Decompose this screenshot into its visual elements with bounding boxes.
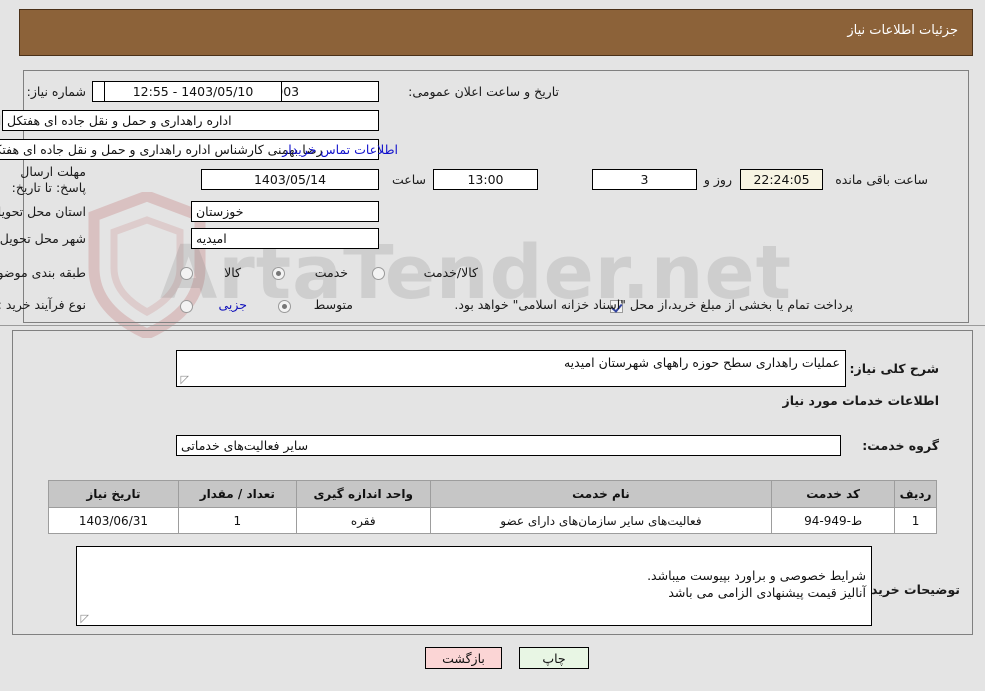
radio-purchase-jozee[interactable] [180,300,193,313]
th-need-date: تاریخ نیاز [48,480,179,508]
deadline-time: 13:00 [433,169,538,190]
page-root: ArtaTender.net جزئیات اطلاعات نیاز شماره… [0,0,985,691]
td-need-date: 1403/06/31 [48,507,179,534]
category-label: طبقه بندی موضوعی: [0,265,86,280]
city-label: شهر محل تحویل: [0,231,86,246]
radio-category-kala-khedmat-label: کالا/خدمت [423,265,478,280]
radio-category-khedmat[interactable] [272,267,285,280]
services-table: ردیف کد خدمت نام خدمت واحد اندازه گیری ت… [48,480,937,534]
page-title: جزئیات اطلاعات نیاز [847,23,958,38]
buyer-org-value: اداره راهداری و حمل و نقل جاده ای هفتکل [2,110,379,131]
table-header-row: ردیف کد خدمت نام خدمت واحد اندازه گیری ت… [48,480,937,508]
th-service-code: کد خدمت [771,480,896,508]
table-row: 1 ط-949-94 فعالیت‌های سایر سازمان‌های دا… [48,507,937,534]
service-group-label: گروه خدمت: [862,438,939,453]
td-radif: 1 [894,507,937,534]
general-desc-value: عملیات راهداری سطح حوزه راههای شهرستان ا… [563,355,840,370]
deadline-days: 3 [592,169,697,190]
page-header: جزئیات اطلاعات نیاز [19,9,973,56]
th-radif: ردیف [894,480,937,508]
buyer-contact-link[interactable]: اطلاعات تماس خریدار [282,142,398,157]
deadline-date: 1403/05/14 [201,169,379,190]
back-button[interactable]: بازگشت [425,647,502,669]
public-announce-label: تاریخ و ساعت اعلان عمومی: [408,84,559,99]
deadline-days-label: روز و [703,172,732,187]
divider-top [0,325,985,326]
province-label: استان محل تحویل: [0,204,86,219]
islamic-treasury-note: پرداخت تمام یا بخشی از مبلغ خرید،از محل … [454,297,853,312]
general-desc-textarea[interactable]: عملیات راهداری سطح حوزه راههای شهرستان ا… [176,350,846,387]
purchase-type-label: نوع فرآیند خرید : [0,297,86,312]
radio-category-kala-label: کالا [224,265,241,280]
service-group-value: سایر فعالیت‌های خدماتی [176,435,841,456]
general-desc-label: شرح کلی نیاز: [849,361,939,376]
deadline-remaining-label: ساعت باقی مانده [835,172,928,187]
city-value: امیدیه [191,228,379,249]
services-heading: اطلاعات خدمات مورد نیاز [782,393,940,408]
buyer-notes-textarea[interactable]: شرایط خصوصی و براورد بپیوست میباشد. آنال… [76,546,872,626]
radio-purchase-motevaset-label: متوسط [313,297,353,312]
resize-grip-icon[interactable]: ◸ [179,374,189,385]
deadline-label: مهلت ارسال پاسخ: تا تاریخ: [11,164,86,195]
deadline-countdown: 22:24:05 [740,169,823,190]
th-service-name: نام خدمت [429,480,773,508]
need-number-label: شماره نیاز: [26,84,86,99]
radio-purchase-jozee-label: جزیی [218,297,247,312]
top-info-panel [23,70,969,323]
radio-category-khedmat-label: خدمت [314,265,348,280]
print-button[interactable]: چاپ [519,647,589,669]
radio-purchase-motevaset[interactable] [278,300,291,313]
td-service-name: فعالیت‌های سایر سازمان‌های دارای عضو [429,507,773,534]
deadline-time-label: ساعت [391,172,426,187]
province-value: خوزستان [191,201,379,222]
buyer-notes-value: شرایط خصوصی و براورد بپیوست میباشد. آنال… [647,568,866,600]
public-announce-value: 1403/05/10 - 12:55 [104,81,282,102]
td-unit: فقره [295,507,431,534]
th-unit: واحد اندازه گیری [295,480,431,508]
radio-category-kala-khedmat[interactable] [372,267,385,280]
td-service-code: ط-949-94 [771,507,896,534]
th-quantity: تعداد / مقدار [177,480,297,508]
resize-grip-icon-2[interactable]: ◸ [79,613,89,624]
td-quantity: 1 [177,507,297,534]
radio-category-kala[interactable] [180,267,193,280]
